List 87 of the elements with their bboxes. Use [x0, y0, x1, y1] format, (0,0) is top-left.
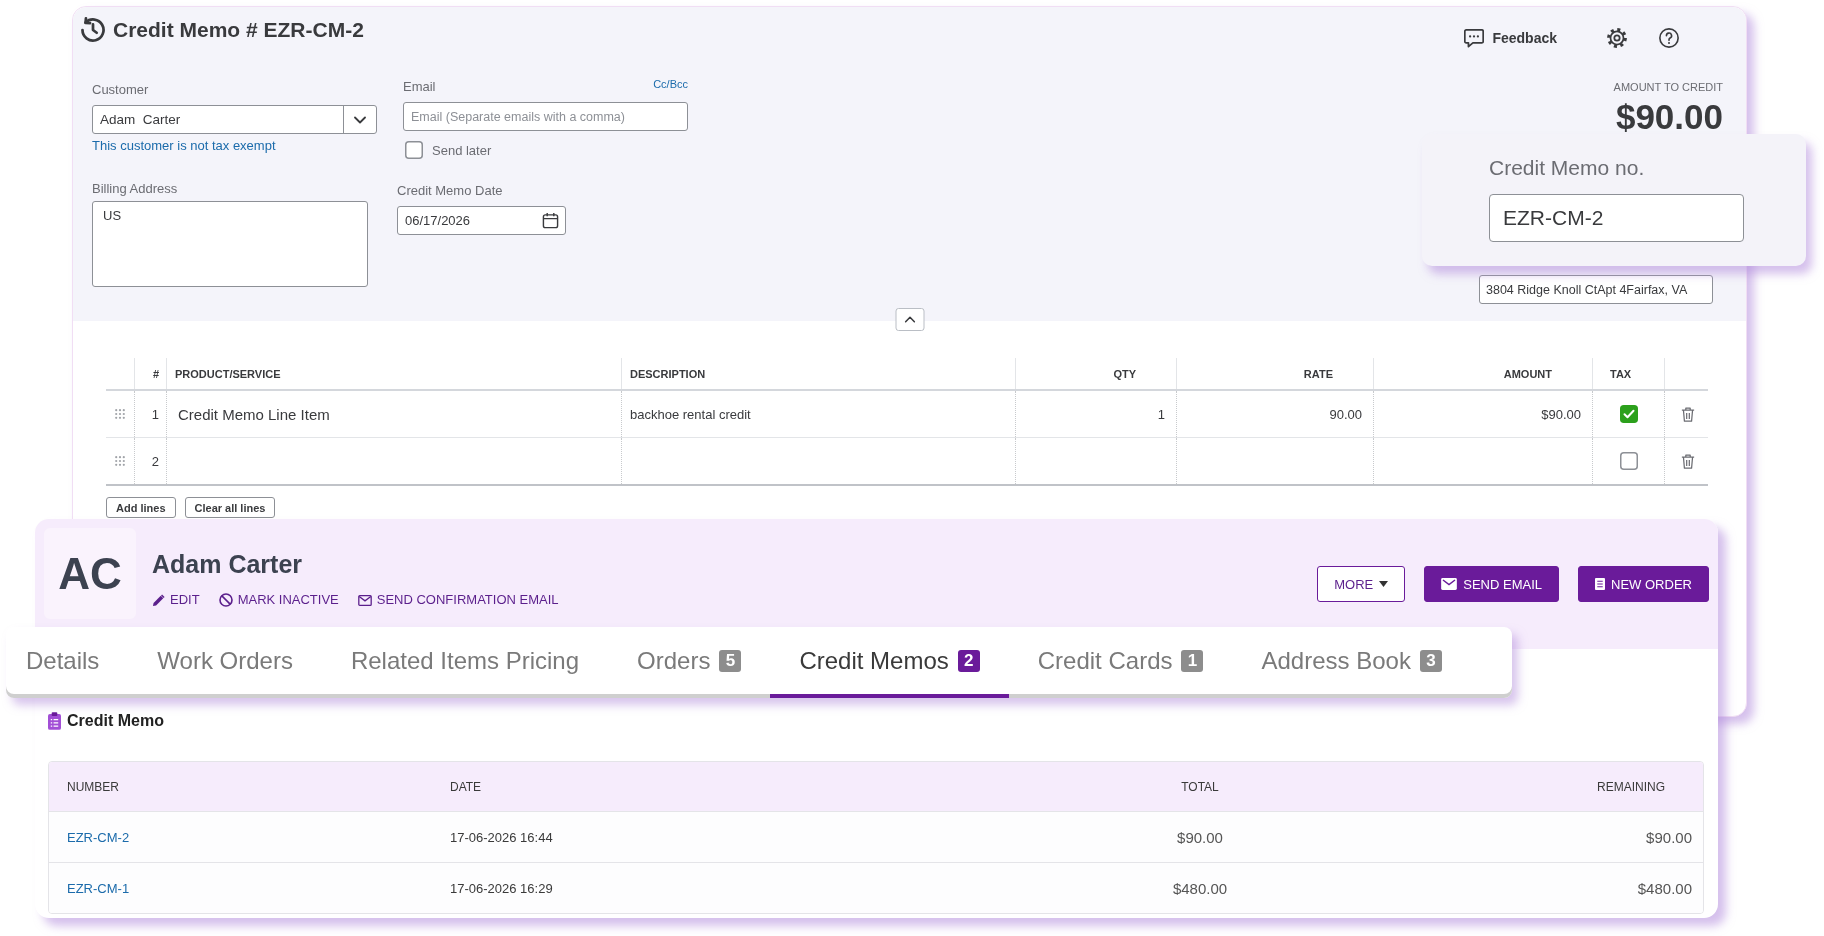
count-badge: 2: [957, 649, 980, 672]
add-lines-button[interactable]: Add lines: [106, 497, 176, 518]
action-link[interactable]: SEND CONFIRMATION EMAIL: [357, 592, 559, 608]
column-header: REMAINING: [1596, 778, 1666, 796]
column-header: QTY: [1015, 358, 1176, 389]
clear-lines-button[interactable]: Clear all lines: [184, 497, 276, 518]
column-header: #: [134, 358, 166, 389]
help-icon[interactable]: [1659, 28, 1679, 48]
page-title: Credit Memo # EZR-CM-2: [113, 18, 364, 42]
table-cell-text: $480.00: [1171, 878, 1229, 899]
customer-select[interactable]: Adam Carter: [92, 105, 377, 134]
count-badge: 1: [1181, 649, 1204, 672]
list-icon: [1595, 578, 1606, 590]
chat-bubble-icon: [1464, 28, 1485, 48]
tab[interactable]: Related Items Pricing: [321, 627, 609, 698]
drag-handle-icon[interactable]: [115, 409, 125, 419]
clipboard-icon: [48, 712, 61, 730]
column-header: TOTAL: [1180, 778, 1220, 796]
table-cell: 90.00: [1176, 391, 1373, 437]
calendar-icon[interactable]: [542, 212, 559, 229]
pencil-icon: [152, 593, 165, 607]
drag-handle-icon[interactable]: [115, 456, 125, 466]
trash-icon[interactable]: [1680, 452, 1695, 470]
count-badge: 3: [1419, 649, 1442, 672]
tax-checkbox[interactable]: [1619, 452, 1638, 470]
table-cell-text: 17-06-2026 16:29: [449, 879, 554, 898]
collapse-button[interactable]: [895, 308, 924, 331]
table-cell: 1: [1015, 391, 1176, 437]
address-field[interactable]: 3804 Ridge Knoll CtApt 4Fairfax, VA: [1479, 275, 1713, 304]
history-icon[interactable]: [80, 17, 106, 43]
credit-memo-link[interactable]: EZR-CM-2: [67, 829, 130, 845]
billing-address-field[interactable]: US: [92, 201, 368, 287]
table-cell: 1: [134, 391, 166, 437]
field-label: Credit Memo Date: [397, 183, 504, 199]
table-cell-text: $90.00: [1645, 827, 1693, 848]
ban-icon: [218, 593, 233, 607]
tab[interactable]: Address Book 3: [1232, 627, 1471, 698]
chevron-up-icon: [904, 316, 915, 323]
tax-checkbox[interactable]: [1619, 405, 1638, 423]
checkbox-label: Send later: [432, 142, 492, 158]
field-label: Customer: [92, 82, 150, 98]
feedback-button[interactable]: Feedback: [1464, 28, 1557, 48]
trash-icon[interactable]: [1680, 405, 1695, 423]
section-title: Credit Memo: [67, 712, 164, 730]
settings-icon[interactable]: [1607, 28, 1627, 48]
avatar-initials: AC: [44, 528, 136, 619]
table-cell: 2: [134, 438, 166, 484]
tab[interactable]: Credit Cards 1: [1008, 627, 1233, 698]
tab[interactable]: Credit Memos 2: [770, 627, 1009, 698]
envelope-icon: [357, 594, 372, 606]
new-order-button[interactable]: NEW ORDER: [1578, 566, 1709, 602]
action-link[interactable]: MARK INACTIVE: [218, 592, 339, 608]
field-label: Credit Memo no.: [1489, 156, 1645, 180]
table-cell: $90.00: [1373, 391, 1592, 437]
column-header: DESCRIPTION: [621, 358, 1015, 389]
credit-memo-link[interactable]: EZR-CM-1: [67, 880, 130, 896]
column-header: AMOUNT: [1373, 358, 1592, 389]
send-later-checkbox[interactable]: [405, 141, 423, 159]
cc-bcc-link[interactable]: Cc/Bcc: [653, 77, 688, 90]
credit-memo-number-field[interactable]: EZR-CM-2: [1489, 194, 1744, 242]
send-email-button[interactable]: SEND EMAIL: [1424, 566, 1559, 602]
action-link[interactable]: EDIT: [152, 592, 200, 608]
field-label: Email: [403, 79, 436, 95]
column-header: NUMBER: [66, 778, 120, 796]
table-cell-text: $90.00: [1176, 827, 1224, 848]
amount-value: $90.00: [1615, 101, 1723, 133]
column-header: RATE: [1176, 358, 1373, 389]
more-button[interactable]: MORE: [1317, 566, 1406, 602]
envelope-icon: [1441, 578, 1458, 590]
table-cell-text: 17-06-2026 16:44: [449, 828, 554, 847]
chevron-down-icon: [354, 115, 366, 124]
column-header: PRODUCT/SERVICE: [166, 358, 621, 389]
table-cell: Credit Memo Line Item: [166, 391, 621, 437]
caret-down-icon: [1379, 581, 1389, 587]
count-badge: 5: [719, 649, 742, 672]
tab[interactable]: Orders 5: [608, 627, 771, 698]
tax-exempt-note: This customer is not tax exempt: [92, 138, 277, 154]
date-field[interactable]: 06/17/2026: [397, 206, 566, 235]
tab[interactable]: Details: [6, 627, 129, 698]
amount-label: AMOUNT TO CREDIT: [1613, 81, 1723, 93]
table-cell-text: $480.00: [1636, 878, 1693, 899]
tab[interactable]: Work Orders: [128, 627, 322, 698]
field-label: Billing Address: [92, 181, 179, 197]
column-header: DATE: [449, 778, 483, 796]
column-header: TAX: [1592, 358, 1664, 389]
customer-name: Adam Carter: [152, 549, 304, 579]
table-cell: backhoe rental credit: [621, 391, 1015, 437]
